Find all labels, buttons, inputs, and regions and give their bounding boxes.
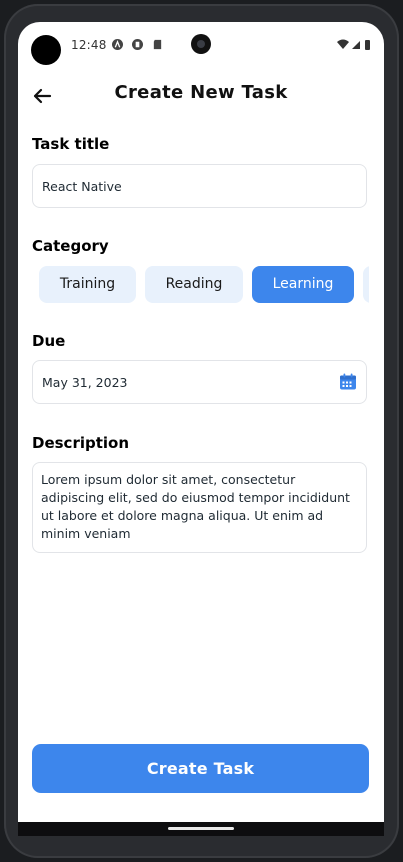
front-camera — [191, 34, 211, 54]
sd-card-icon — [153, 39, 162, 50]
status-icons — [337, 39, 370, 50]
task-title-value: React Native — [42, 179, 122, 194]
status-bar: 12:48 — [18, 22, 384, 70]
notification-a-icon — [112, 39, 123, 50]
task-title-input[interactable]: React Native — [32, 164, 367, 208]
create-task-button[interactable]: Create Task — [32, 744, 369, 793]
wifi-icon — [337, 39, 349, 49]
category-chip-training[interactable]: Training — [39, 266, 136, 303]
category-chip-reading[interactable]: Reading — [145, 266, 243, 303]
category-chip-list[interactable]: Training Reading Learning — [39, 266, 369, 303]
task-title-label: Task title — [32, 135, 110, 153]
due-date-value: May 31, 2023 — [42, 375, 128, 390]
home-indicator[interactable] — [168, 827, 234, 830]
due-label: Due — [32, 332, 66, 350]
category-chip-learning[interactable]: Learning — [252, 266, 354, 303]
calendar-icon[interactable] — [338, 372, 358, 392]
category-chip-partial[interactable] — [363, 266, 369, 303]
profile-dot — [31, 35, 61, 65]
app-screen: 12:48 Create New Task Task title React N… — [18, 22, 384, 834]
notification-p-icon — [132, 39, 143, 50]
category-label: Category — [32, 237, 109, 255]
page-title: Create New Task — [114, 82, 288, 103]
signal-icon — [352, 41, 360, 49]
description-textarea[interactable]: Lorem ipsum dolor sit amet, consectetur … — [32, 462, 367, 553]
due-date-field[interactable]: May 31, 2023 — [32, 360, 367, 404]
status-time: 12:48 — [71, 38, 107, 52]
description-value: Lorem ipsum dolor sit amet, consectetur … — [41, 472, 350, 541]
battery-icon — [365, 40, 370, 50]
description-label: Description — [32, 434, 130, 452]
